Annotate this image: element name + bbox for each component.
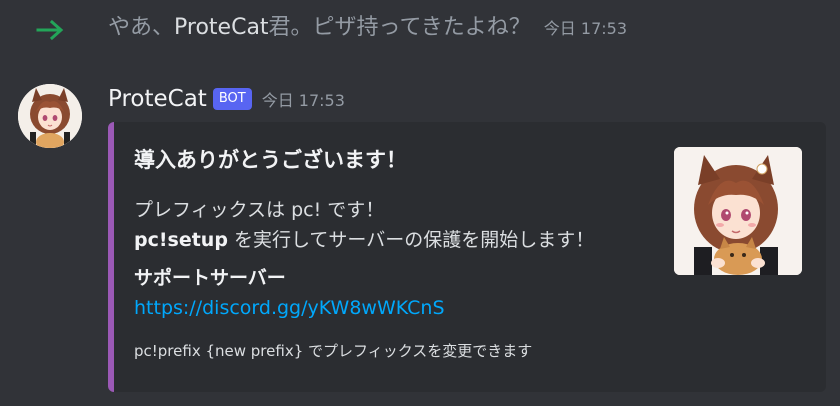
embed-title: 導入ありがとうございます！ xyxy=(134,148,407,172)
embed-field-name: サポートサーバー xyxy=(134,267,286,289)
embed-footer: pc!prefix {new prefix} でプレフィックスを変更できます xyxy=(134,342,533,360)
username[interactable]: ProteCat xyxy=(108,86,207,112)
anime-cat-girl-thumbnail-icon xyxy=(674,147,802,275)
embed-description: プレフィックスは pc! です！ pc!setup を実行してサーバーの保護を開… xyxy=(134,195,594,255)
embed-description-line2-rest: を実行してサーバーの保護を開始します！ xyxy=(227,229,595,251)
system-timestamp[interactable]: 今日 17:53 xyxy=(544,19,627,38)
embed-thumbnail[interactable] xyxy=(674,147,802,275)
user-mention[interactable]: ProteCat xyxy=(174,15,269,40)
bot-message: ProteCat BOT 今日 17:53 導入ありがとうございます！ プレフィ… xyxy=(0,78,840,406)
bot-badge: BOT xyxy=(212,88,252,110)
system-message-text: やあ、ProteCat君。ピザ持ってきたよね？ 今日 17:53 xyxy=(108,14,627,43)
user-avatar[interactable] xyxy=(18,84,82,148)
message-header: ProteCat BOT 今日 17:53 xyxy=(108,84,345,114)
support-server-link[interactable]: https://discord.gg/yKW8wWKCnS xyxy=(134,297,445,319)
message-embed: 導入ありがとうございます！ プレフィックスは pc! です！ pc!setup … xyxy=(108,122,826,392)
anime-cat-girl-avatar-icon xyxy=(18,84,82,148)
system-text-after: 君。ピザ持ってきたよね？ xyxy=(268,15,531,40)
chat-window: やあ、ProteCat君。ピザ持ってきたよね？ 今日 17:53 ProteCa… xyxy=(0,0,840,406)
embed-description-line1: プレフィックスは pc! です！ xyxy=(134,199,385,221)
message-timestamp[interactable]: 今日 17:53 xyxy=(262,87,345,111)
join-arrow-icon xyxy=(36,19,64,41)
system-join-message: やあ、ProteCat君。ピザ持ってきたよね？ 今日 17:53 xyxy=(0,0,840,60)
setup-command: pc!setup xyxy=(134,229,228,251)
embed-description-line2: pc!setup を実行してサーバーの保護を開始します！ xyxy=(134,225,594,255)
system-text-before: やあ、 xyxy=(108,15,175,40)
